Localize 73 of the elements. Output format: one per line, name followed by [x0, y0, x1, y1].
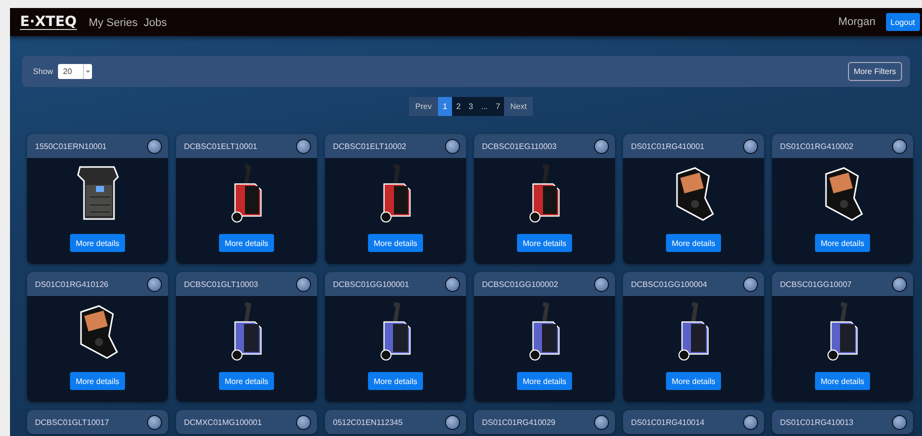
status-dot-icon — [445, 276, 460, 292]
status-dot-icon — [445, 138, 460, 154]
more-details-button[interactable]: More details — [814, 234, 870, 252]
cart-device-icon — [378, 164, 414, 224]
show-label: Show — [33, 67, 54, 76]
status-dot-icon — [743, 276, 758, 292]
serial-number: DS01C01RG410013 — [780, 418, 854, 426]
serial-number: DCBSC01EG110003 — [482, 142, 558, 150]
page-link[interactable]: 1 — [438, 97, 452, 116]
prev-page-link[interactable]: Prev — [409, 97, 438, 116]
page-link[interactable]: 2 — [452, 97, 465, 116]
nav-link[interactable]: My Series — [88, 17, 138, 29]
status-dot-icon — [296, 138, 311, 154]
cart-device-icon — [228, 302, 264, 362]
more-details-button[interactable]: More details — [218, 372, 274, 390]
serial-number: DS01C01RG410001 — [631, 142, 706, 150]
page-size-select[interactable]: 20 — [58, 64, 92, 79]
more-details-button[interactable]: More details — [368, 234, 424, 252]
serial-number: DCBSC01ELT10002 — [333, 142, 408, 150]
status-dot-icon — [445, 414, 460, 430]
serial-number: DCBSC01GG10007 — [780, 280, 853, 288]
next-page-link[interactable]: Next — [504, 97, 533, 116]
more-details-button[interactable]: More details — [368, 372, 424, 390]
status-dot-icon — [147, 276, 162, 292]
page-link[interactable]: 7 — [492, 97, 504, 116]
serial-number: DCBSC01GG100001 — [333, 280, 410, 288]
more-details-button[interactable]: More details — [666, 234, 722, 252]
cart-device-icon — [228, 164, 264, 224]
logo: E·XTEQ — [20, 14, 77, 30]
serial-number: DCBSC01GLT10017 — [35, 418, 110, 426]
serial-number: DCMXC01MG100001 — [184, 418, 263, 426]
cart-device-icon — [378, 302, 414, 362]
more-details-button[interactable]: More details — [70, 372, 126, 390]
cart-device-icon — [526, 302, 562, 362]
cabinet-device-icon — [76, 165, 120, 223]
serial-number: DS01C01RG410002 — [780, 142, 854, 150]
serial-number: DCBSC01GLT10003 — [184, 280, 260, 288]
status-dot-icon — [892, 414, 907, 430]
page-link[interactable]: 3 — [464, 97, 478, 116]
status-dot-icon — [594, 414, 609, 430]
more-details-button[interactable]: More details — [666, 372, 722, 390]
serial-number: DCBSC01GG100004 — [631, 280, 708, 288]
status-dot-icon — [743, 414, 758, 430]
serial-number: DCBSC01ELT10001 — [184, 142, 258, 150]
chevron-down-icon — [83, 64, 92, 79]
serial-number: DCBSC01GG100002 — [482, 280, 560, 288]
status-dot-icon — [594, 138, 609, 154]
more-details-button[interactable]: More details — [516, 234, 572, 252]
more-details-button[interactable]: More details — [218, 234, 274, 252]
serial-number: 0512C01EN112345 — [333, 418, 404, 426]
cart-device-icon — [526, 164, 562, 224]
user-name: Morgan — [838, 16, 876, 28]
more-details-button[interactable]: More details — [70, 234, 126, 252]
cart-device-icon — [676, 302, 712, 362]
serial-number: DS01C01RG410126 — [35, 280, 110, 288]
logout-button[interactable]: Logout — [886, 13, 920, 31]
page-link[interactable]: ... — [477, 97, 492, 116]
serial-number: 1550C01ERN10001 — [35, 142, 108, 150]
status-dot-icon — [147, 138, 162, 154]
status-dot-icon — [296, 414, 311, 430]
more-filters-button[interactable]: More Filters — [848, 62, 902, 81]
status-dot-icon — [892, 138, 907, 154]
cart-device-icon — [824, 302, 860, 362]
status-dot-icon — [147, 414, 162, 430]
serial-number: DS01C01RG410029 — [482, 418, 556, 426]
more-details-button[interactable]: More details — [516, 372, 572, 390]
status-dot-icon — [296, 276, 311, 292]
status-dot-icon — [892, 276, 907, 292]
serial-number: DS01C01RG410014 — [631, 418, 706, 426]
more-details-button[interactable]: More details — [814, 372, 870, 390]
status-dot-icon — [743, 138, 758, 154]
status-dot-icon — [594, 276, 609, 292]
nav-link[interactable]: Jobs — [144, 17, 167, 29]
